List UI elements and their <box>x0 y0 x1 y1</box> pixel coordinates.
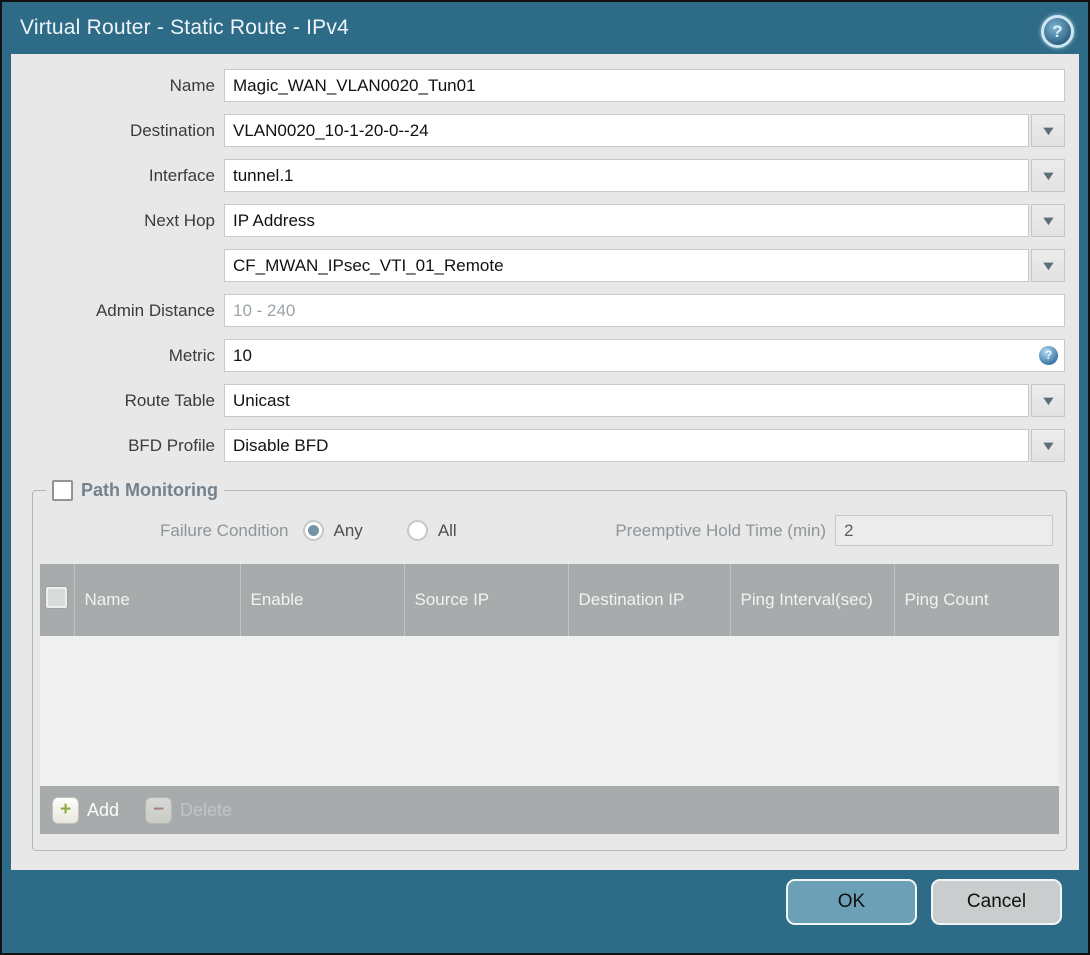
bfd-profile-label: BFD Profile <box>128 435 215 455</box>
metric-help-icon[interactable]: ? <box>1039 346 1058 365</box>
delete-icon: − <box>145 796 173 824</box>
static-route-dialog: Virtual Router - Static Route - IPv4 ? N… <box>0 0 1090 955</box>
bfd-profile-row: BFD Profile ▼ <box>11 429 1065 462</box>
metric-row: Metric ? <box>11 339 1065 372</box>
column-header-name[interactable]: Name <box>73 564 240 636</box>
help-icon[interactable]: ? <box>1041 15 1074 48</box>
dialog-footer: OK Cancel <box>786 879 1062 925</box>
dialog-content: Name Destination ▼ Interface ▼ <box>11 54 1079 870</box>
chevron-down-icon: ▼ <box>1039 168 1057 183</box>
bfd-profile-select[interactable] <box>224 429 1029 462</box>
path-monitoring-checkbox[interactable] <box>52 480 73 501</box>
chevron-down-icon: ▼ <box>1039 438 1057 453</box>
delete-button-label: Delete <box>180 799 233 820</box>
delete-button[interactable]: − Delete <box>145 796 233 824</box>
path-monitoring-table: Name Enable Source IP Destination IP Pin… <box>40 564 1059 834</box>
failure-condition-label: Failure Condition <box>160 520 289 540</box>
chevron-down-icon: ▼ <box>1039 258 1057 273</box>
admin-distance-row: Admin Distance <box>11 294 1065 327</box>
chevron-down-icon: ▼ <box>1039 213 1057 228</box>
admin-distance-input[interactable] <box>224 294 1065 327</box>
table-toolbar: + Add − Delete <box>40 786 1059 834</box>
failure-condition-all-radio[interactable] <box>406 520 428 541</box>
metric-label: Metric <box>168 345 215 365</box>
table-header-row: Name Enable Source IP Destination IP Pin… <box>40 564 1059 636</box>
interface-label: Interface <box>148 165 215 185</box>
preemptive-hold-time-label: Preemptive Hold Time (min) <box>615 520 826 540</box>
column-header-destination-ip[interactable]: Destination IP <box>567 564 730 636</box>
destination-row: Destination ▼ <box>11 114 1065 147</box>
failure-condition-all-label: All <box>437 520 457 540</box>
next-hop-label: Next Hop <box>144 210 215 230</box>
name-input[interactable] <box>224 69 1065 102</box>
metric-input[interactable] <box>224 339 1065 372</box>
bfd-profile-dropdown-button[interactable]: ▼ <box>1031 429 1065 462</box>
failure-condition-any-label: Any <box>333 520 363 540</box>
next-hop-row: Next Hop ▼ <box>11 204 1065 237</box>
destination-label: Destination <box>129 120 215 140</box>
column-header-ping-count[interactable]: Ping Count <box>893 564 1059 636</box>
next-hop-address-dropdown-button[interactable]: ▼ <box>1031 249 1065 282</box>
name-label: Name <box>169 75 215 95</box>
next-hop-select[interactable] <box>224 204 1029 237</box>
next-hop-address-input[interactable] <box>224 249 1029 282</box>
route-table-select[interactable] <box>224 384 1029 417</box>
dialog-title: Virtual Router - Static Route - IPv4 <box>20 16 349 39</box>
next-hop-dropdown-button[interactable]: ▼ <box>1031 204 1065 237</box>
interface-input[interactable] <box>224 159 1029 192</box>
destination-input[interactable] <box>224 114 1029 147</box>
preemptive-hold-time-input[interactable] <box>835 515 1053 546</box>
route-table-dropdown-button[interactable]: ▼ <box>1031 384 1065 417</box>
cancel-button[interactable]: Cancel <box>931 879 1062 925</box>
column-header-ping-interval[interactable]: Ping Interval(sec) <box>729 564 894 636</box>
select-all-cell <box>40 564 74 636</box>
admin-distance-label: Admin Distance <box>95 300 215 320</box>
route-table-row: Route Table ▼ <box>11 384 1065 417</box>
next-hop-address-row: ▼ <box>11 249 1065 282</box>
path-monitoring-controls: Failure Condition Any All Preemptive Hol… <box>46 515 1053 546</box>
ok-button[interactable]: OK <box>786 879 917 925</box>
column-header-enable[interactable]: Enable <box>239 564 404 636</box>
interface-row: Interface ▼ <box>11 159 1065 192</box>
interface-dropdown-button[interactable]: ▼ <box>1031 159 1065 192</box>
path-monitoring-section: Path Monitoring Failure Condition Any Al… <box>32 480 1067 851</box>
add-button-label: Add <box>87 799 120 820</box>
add-icon: + <box>52 796 79 824</box>
path-monitoring-legend: Path Monitoring <box>46 480 224 501</box>
table-empty-body <box>40 636 1059 786</box>
chevron-down-icon: ▼ <box>1039 393 1057 408</box>
add-button[interactable]: + Add <box>52 796 120 824</box>
name-row: Name <box>11 69 1065 102</box>
failure-condition-radio-group: Any All <box>302 520 491 541</box>
title-bar: Virtual Router - Static Route - IPv4 ? <box>2 2 1088 54</box>
path-monitoring-title: Path Monitoring <box>81 480 218 500</box>
route-table-label: Route Table <box>124 390 215 410</box>
column-header-source-ip[interactable]: Source IP <box>403 564 568 636</box>
chevron-down-icon: ▼ <box>1039 123 1057 138</box>
select-all-checkbox[interactable] <box>46 587 68 608</box>
failure-condition-any-radio[interactable] <box>302 520 324 541</box>
destination-dropdown-button[interactable]: ▼ <box>1031 114 1065 147</box>
